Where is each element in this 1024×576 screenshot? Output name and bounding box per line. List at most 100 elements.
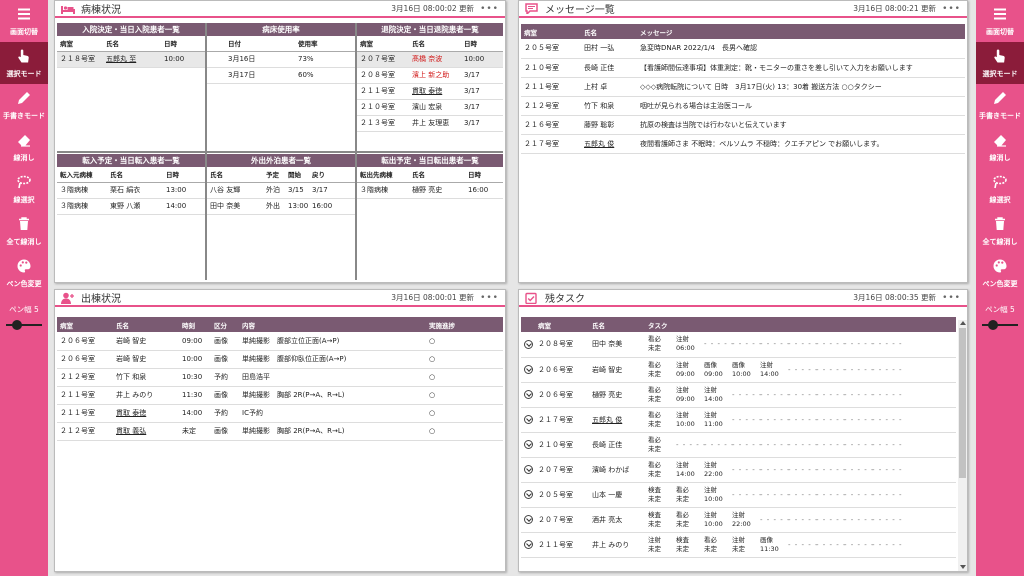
sidebar-button-pencil[interactable]: 手書きモード	[0, 84, 48, 126]
task-item[interactable]: 看必 未定	[648, 361, 676, 379]
pen-width-slider-knob[interactable]	[988, 320, 998, 330]
sidebar-button-eraser[interactable]: 線消し	[0, 126, 48, 168]
message-row[interactable]: ２１６号室 藤野 聡彰 抗原の検査は当院では行わないと伝えています	[521, 115, 965, 135]
expand-toggle[interactable]	[521, 482, 535, 508]
chevron-down-icon[interactable]	[524, 415, 533, 424]
sidebar-button-menu[interactable]: 画面切替	[976, 0, 1024, 42]
message-row[interactable]: ２１０号室 長崎 正佳 【看護師間伝達事項】体重測定：靴・モニターの重さを差し引いて…	[521, 58, 965, 78]
task-row[interactable]: ２０８号室 田中 奈美 看必 未定 注射 06:00- - - - -- - - - --…	[521, 332, 956, 358]
task-row[interactable]: ２１１号室 井上 みのり 注射 未定 検査 未定 看必 未定 注射 未定 画像 11:30- - - …	[521, 532, 956, 558]
table-row[interactable]: ３階病棟 樋野 亮史 16:00	[357, 182, 503, 199]
more-options-icon[interactable]: •••	[942, 293, 961, 303]
table-row[interactable]: ２０８号室 濱上 新之助 3/17	[357, 67, 503, 84]
sidebar-button-trash[interactable]: 全て線消し	[0, 210, 48, 252]
sidebar-button-trash[interactable]: 全て線消し	[976, 210, 1024, 252]
expand-toggle[interactable]	[521, 382, 535, 408]
task-item[interactable]: 検査 未定	[676, 536, 704, 554]
table-row[interactable]: 3月17日 60%	[207, 67, 355, 84]
task-item[interactable]: 看必 未定	[648, 386, 676, 404]
task-item[interactable]: 看必 未定	[676, 486, 704, 504]
task-row[interactable]: ２０７号室 濱崎 わかば 看必 未定 注射 14:00 注射 22:00- - - - -- …	[521, 457, 956, 483]
expand-toggle[interactable]	[521, 332, 535, 358]
task-item[interactable]: 注射 10:00	[704, 511, 732, 529]
sidebar-button-palette[interactable]: ペン色変更	[976, 252, 1024, 294]
table-row[interactable]: ２１８号室 五郎丸 至 10:00	[57, 51, 205, 68]
task-item[interactable]: 注射 22:00	[704, 461, 732, 479]
chevron-down-icon[interactable]	[524, 440, 533, 449]
task-item[interactable]: 注射 10:00	[676, 411, 704, 429]
expand-toggle[interactable]	[521, 457, 535, 483]
expand-toggle[interactable]	[521, 507, 535, 533]
task-item[interactable]: 画像 10:00	[732, 361, 760, 379]
expand-toggle[interactable]	[521, 432, 535, 458]
task-item[interactable]: 注射 09:00	[676, 386, 704, 404]
pen-width-slider[interactable]	[982, 320, 1018, 330]
message-row[interactable]: ２１２号室 竹下 和泉 咽吐が見られる場合は主治医コール	[521, 96, 965, 116]
tasks-scrollbar[interactable]	[958, 320, 967, 571]
more-options-icon[interactable]: •••	[942, 4, 961, 14]
chevron-down-icon[interactable]	[524, 540, 533, 549]
task-item[interactable]: 注射 14:00	[676, 461, 704, 479]
table-row[interactable]: ２１３号室 井上 友理恵 3/17	[357, 115, 503, 132]
chevron-down-icon[interactable]	[524, 490, 533, 499]
task-item[interactable]: 注射 22:00	[732, 511, 760, 529]
task-row[interactable]: ２０６号室 樋野 亮史 看必 未定 注射 09:00 注射 14:00- - - - -- -…	[521, 382, 956, 408]
sort-corner[interactable]	[521, 317, 535, 332]
message-row[interactable]: ２１７号室 五郎丸 俊夜間看護師さま 不眠時：ベルソムラ 不穏時：クエチアピン で…	[521, 134, 965, 154]
exit-row[interactable]: ２１２号室 竹下 和泉 10:30 予約 田島浩平 ○	[57, 368, 503, 387]
exit-row[interactable]: ２１１号室 井上 みのり 11:30 画像 単純撮影 胸部 2R(P→A、R→L) ○	[57, 386, 503, 405]
exit-row[interactable]: ２０６号室 岩崎 智史 09:00 画像 単純撮影 腹部立位正面(A→P) ○	[57, 332, 503, 351]
exit-row[interactable]: ２０６号室 岩崎 智史 10:00 画像 単純撮影 腹部仰臥位正面(A→P) ○	[57, 350, 503, 369]
task-item[interactable]: 看必 未定	[704, 536, 732, 554]
task-row[interactable]: ２０５号室 山本 一慶 検査 未定 看必 未定 注射 10:00- - - - -- - - …	[521, 482, 956, 508]
scroll-up-arrow-icon[interactable]	[960, 321, 966, 325]
task-row[interactable]: ２１７号室 五郎丸 俊看必 未定 注射 10:00 注射 11:00- - - - -- -…	[521, 407, 956, 433]
more-options-icon[interactable]: •••	[480, 4, 499, 14]
task-item[interactable]: 注射 06:00	[676, 335, 704, 353]
table-row[interactable]: ２０７号室 髙橋 奈波 10:00	[357, 51, 503, 68]
task-item[interactable]: 注射 未定	[648, 536, 676, 554]
sidebar-button-eraser[interactable]: 線消し	[976, 126, 1024, 168]
pen-width-slider-knob[interactable]	[12, 320, 22, 330]
more-options-icon[interactable]: •••	[480, 293, 499, 303]
task-item[interactable]: 注射 10:00	[704, 486, 732, 504]
chevron-down-icon[interactable]	[524, 339, 533, 349]
task-item[interactable]: 注射 14:00	[760, 361, 788, 379]
chevron-down-icon[interactable]	[524, 365, 533, 374]
task-item[interactable]: 看必 未定	[648, 335, 676, 353]
sidebar-button-palette[interactable]: ペン色変更	[0, 252, 48, 294]
task-row[interactable]: ２０７号室 酒井 亮太 検査 未定 看必 未定 注射 10:00 注射 22:00- - - - …	[521, 507, 956, 533]
exit-row[interactable]: ２１１号室 貫取 泰徳 14:00 予約 IC予約 ○	[57, 404, 503, 423]
task-item[interactable]: 画像 09:00	[704, 361, 732, 379]
sidebar-button-menu[interactable]: 画面切替	[0, 0, 48, 42]
task-item[interactable]: 注射 14:00	[704, 386, 732, 404]
task-item[interactable]: 検査 未定	[648, 486, 676, 504]
table-row[interactable]: ２１１号室 貫取 泰徳 3/17	[357, 83, 503, 100]
task-item[interactable]: 注射 09:00	[676, 361, 704, 379]
table-row[interactable]: 田中 奈美 外出 13:00 16:00	[207, 198, 355, 215]
task-item[interactable]: 注射 11:00	[704, 411, 732, 429]
task-item[interactable]: 看必 未定	[676, 511, 704, 529]
scroll-down-arrow-icon[interactable]	[960, 565, 966, 569]
chevron-down-icon[interactable]	[524, 515, 533, 524]
expand-toggle[interactable]	[521, 357, 535, 383]
sidebar-button-lasso-select[interactable]: 線選択	[976, 168, 1024, 210]
task-row[interactable]: ２１０号室 長崎 正佳 看必 未定 - - - - -- - - - -- - - - …	[521, 432, 956, 458]
task-item[interactable]: 検査 未定	[648, 511, 676, 529]
task-item[interactable]: 看必 未定	[648, 461, 676, 479]
chevron-down-icon[interactable]	[524, 390, 533, 399]
scrollbar-thumb[interactable]	[959, 328, 966, 478]
table-row[interactable]: ３階病棟 東野 八瀬 14:00	[57, 198, 205, 215]
table-row[interactable]: ３階病棟 栗石 絹衣 13:00	[57, 182, 205, 199]
sidebar-button-lasso-select[interactable]: 線選択	[0, 168, 48, 210]
exit-row[interactable]: ２１２号室 貫取 義弘 未定 画像 単純撮影 胸部 2R(P→A、R→L) ○	[57, 422, 503, 441]
task-row[interactable]: ２０６号室 岩崎 智史 看必 未定 注射 09:00 画像 09:00 画像 10:00 注射 14:…	[521, 357, 956, 383]
task-item[interactable]: 画像 11:30	[760, 536, 788, 554]
sidebar-button-pointer-hand[interactable]: 選択モード	[976, 42, 1024, 84]
sidebar-button-pencil[interactable]: 手書きモード	[976, 84, 1024, 126]
task-item[interactable]: 看必 未定	[648, 436, 676, 454]
expand-toggle[interactable]	[521, 407, 535, 433]
message-row[interactable]: ２１１号室 上村 卓 ◇◇◇病院転院について 日時 3月17日(火) 13：30着 …	[521, 77, 965, 97]
task-item[interactable]: 注射 未定	[732, 536, 760, 554]
pen-width-slider[interactable]	[6, 320, 42, 330]
